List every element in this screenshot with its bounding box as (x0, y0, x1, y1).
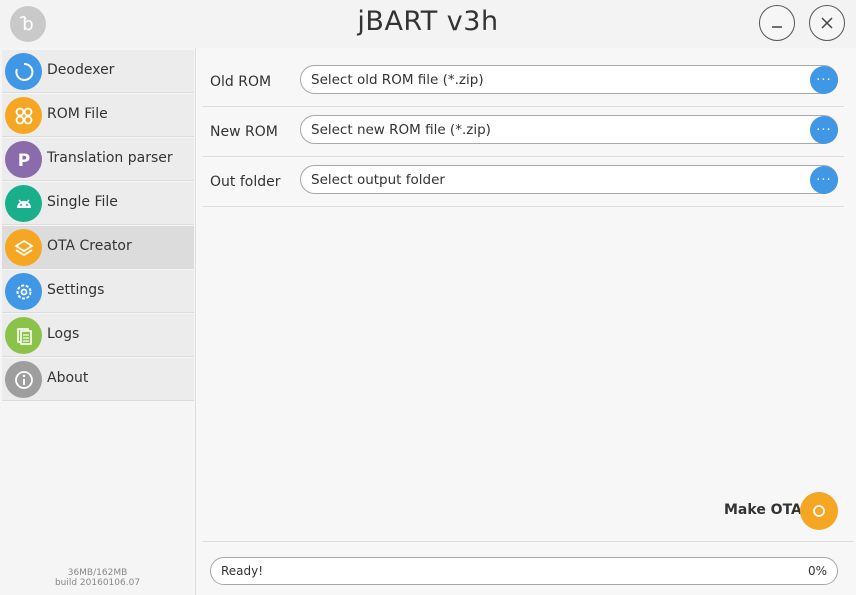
sidebar-item-rom-file[interactable]: ROM File (2, 94, 194, 137)
title-bar: b jBART v3h (0, 0, 856, 48)
close-icon (821, 17, 833, 29)
svg-text:P: P (17, 151, 29, 171)
close-button[interactable] (809, 5, 845, 41)
sidebar-item-deodexer[interactable]: Deodexer (2, 50, 194, 93)
new-rom-field[interactable]: Select new ROM file (*.zip) ··· (300, 115, 838, 144)
sidebar-item-ota-creator[interactable]: OTA Creator (2, 226, 194, 269)
documents-icon (5, 317, 42, 354)
main-panel: Old ROM Select old ROM file (*.zip) ··· … (196, 48, 856, 595)
refresh-circle-icon (5, 53, 42, 90)
out-folder-row: Out folder Select output folder ··· (202, 156, 844, 207)
make-ota-label[interactable]: Make OTA (724, 502, 802, 518)
old-rom-field[interactable]: Select old ROM file (*.zip) ··· (300, 65, 838, 94)
circle-o-icon (813, 505, 825, 517)
old-rom-placeholder: Select old ROM file (*.zip) (311, 72, 484, 88)
sidebar-item-translation-parser[interactable]: P Translation parser (2, 138, 194, 181)
sidebar-item-label: ROM File (47, 106, 108, 122)
divider (202, 541, 854, 542)
new-rom-label: New ROM (210, 124, 278, 140)
status-text: Ready! (221, 564, 264, 578)
old-rom-label: Old ROM (210, 74, 272, 90)
out-folder-label: Out folder (210, 174, 281, 190)
letter-p-icon: P (5, 141, 42, 178)
sidebar-item-label: Logs (47, 326, 80, 342)
info-icon (5, 361, 42, 398)
minimize-button[interactable] (759, 5, 795, 41)
new-rom-browse-button[interactable]: ··· (810, 116, 838, 144)
layers-icon (5, 229, 42, 266)
build-version: build 20160106.07 (54, 578, 141, 588)
out-folder-browse-button[interactable]: ··· (810, 166, 838, 194)
sidebar-item-label: OTA Creator (47, 238, 132, 254)
new-rom-placeholder: Select new ROM file (*.zip) (311, 122, 491, 138)
make-ota-button[interactable] (800, 492, 838, 530)
progress-percent: 0% (807, 564, 827, 578)
sidebar-item-about[interactable]: About (2, 358, 194, 401)
sidebar-item-label: About (47, 370, 89, 386)
sidebar: Deodexer ROM File P Translation parser S… (0, 48, 196, 595)
sidebar-item-label: Deodexer (47, 62, 115, 78)
out-folder-placeholder: Select output folder (311, 172, 445, 188)
sidebar-item-label: Settings (47, 282, 105, 298)
android-icon (5, 185, 42, 222)
four-circles-icon (5, 97, 42, 134)
out-folder-field[interactable]: Select output folder ··· (300, 165, 838, 194)
memory-usage: 36MB/162MB (67, 568, 128, 578)
gear-icon (5, 273, 42, 310)
status-bar: Ready! 0% (210, 557, 838, 585)
old-rom-row: Old ROM Select old ROM file (*.zip) ··· (202, 56, 844, 107)
sidebar-item-label: Single File (47, 194, 118, 210)
window-title: jBART v3h (357, 6, 499, 37)
sidebar-item-logs[interactable]: Logs (2, 314, 194, 357)
old-rom-browse-button[interactable]: ··· (810, 66, 838, 94)
sidebar-item-single-file[interactable]: Single File (2, 182, 194, 225)
sidebar-item-settings[interactable]: Settings (2, 270, 194, 313)
sidebar-item-label: Translation parser (47, 150, 173, 166)
minimize-icon (772, 26, 782, 28)
new-rom-row: New ROM Select new ROM file (*.zip) ··· (202, 106, 844, 157)
